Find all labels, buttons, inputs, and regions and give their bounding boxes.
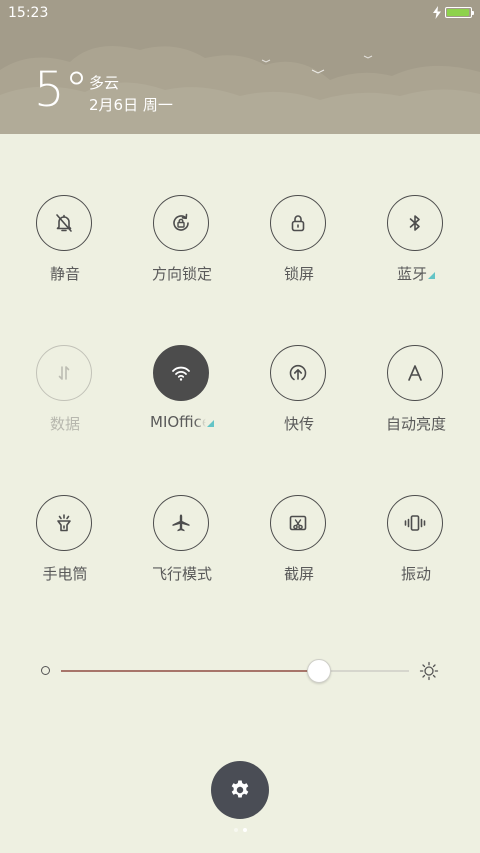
toggle-silent-button[interactable] <box>36 195 92 251</box>
bluetooth-icon <box>409 215 420 231</box>
battery-fill <box>447 9 469 16</box>
toggle-lock-screen[interactable]: 锁屏 <box>244 195 354 305</box>
toggle-silent[interactable]: 静音 <box>10 195 120 305</box>
brightness-slider-track[interactable] <box>61 670 409 672</box>
quick-transfer-icon <box>289 364 307 381</box>
weather-header[interactable]: 15:23 5° 多云 2月6日 周一 <box>0 0 480 134</box>
toggle-label: 数据 <box>49 415 80 433</box>
flashlight-icon <box>57 514 71 532</box>
toggle-bluetooth[interactable]: 蓝牙 <box>361 195 471 305</box>
toggle-mobile-data-button[interactable] <box>36 345 92 401</box>
toggle-label: 手电筒 <box>42 565 88 583</box>
lock-icon <box>291 215 305 232</box>
toggle-wifi-button[interactable] <box>153 345 209 401</box>
toggle-label: 飞行模式 <box>151 565 212 583</box>
gear-icon <box>231 780 249 798</box>
toggle-rotation-lock-button[interactable] <box>153 195 209 251</box>
toggle-label-text: 蓝牙 <box>396 265 427 283</box>
toggle-mobile-data[interactable]: 数据 <box>10 345 120 455</box>
weather-date: 2月6日 周一 <box>89 96 173 114</box>
airplane-icon <box>172 514 190 532</box>
rotation-lock-icon <box>173 213 189 231</box>
page-indicator <box>234 828 247 832</box>
toggle-bluetooth-button[interactable] <box>387 195 443 251</box>
auto-brightness-icon <box>408 365 422 381</box>
wifi-icon <box>172 366 190 381</box>
toggle-label: 快传 <box>283 415 314 433</box>
toggle-vibrate[interactable]: 振动 <box>361 495 471 605</box>
toggle-screenshot[interactable]: 截屏 <box>244 495 354 605</box>
toggle-flashlight-button[interactable] <box>36 495 92 551</box>
toggle-quick-transfer[interactable]: 快传 <box>244 345 354 455</box>
toggle-auto-brightness[interactable]: 自动亮度 <box>361 345 471 455</box>
toggle-label: 方向锁定 <box>151 265 212 283</box>
submenu-indicator-icon <box>428 272 435 279</box>
toggle-auto-brightness-button[interactable] <box>387 345 443 401</box>
brightness-slider-thumb[interactable] <box>306 659 331 683</box>
weather-condition: 多云 <box>89 74 120 92</box>
toggle-lock-screen-button[interactable] <box>270 195 326 251</box>
settings-button[interactable] <box>211 761 269 819</box>
brightness-control <box>0 650 480 690</box>
screenshot-icon <box>289 515 307 531</box>
toggle-label: 振动 <box>400 565 431 583</box>
brightness-low-icon <box>41 666 50 675</box>
status-time: 15:23 <box>8 5 49 21</box>
status-icons <box>432 6 474 19</box>
toggle-wifi[interactable]: MIOffice <box>127 345 237 455</box>
toggle-label: 锁屏 <box>283 265 314 283</box>
submenu-indicator-icon <box>207 420 214 427</box>
brightness-high-icon <box>419 661 439 681</box>
temperature: 5° <box>34 62 89 118</box>
page-dot <box>243 828 247 832</box>
toggle-quick-transfer-button[interactable] <box>270 345 326 401</box>
toggle-label: MIOffice <box>127 413 237 431</box>
charging-icon <box>433 6 441 19</box>
toggle-label: 静音 <box>49 265 80 283</box>
battery-icon <box>445 7 474 18</box>
toggle-airplane-mode[interactable]: 飞行模式 <box>127 495 237 605</box>
toggle-airplane-mode-button[interactable] <box>153 495 209 551</box>
wifi-network-name: MIOffice <box>150 413 206 431</box>
bell-off-icon <box>56 214 72 232</box>
page-dot <box>234 828 238 832</box>
toggle-label: 自动亮度 <box>385 415 446 433</box>
toggle-label: 截屏 <box>283 565 314 583</box>
toggle-flashlight[interactable]: 手电筒 <box>10 495 120 605</box>
toggle-rotation-lock[interactable]: 方向锁定 <box>127 195 237 305</box>
mobile-data-icon <box>58 366 70 380</box>
vibrate-icon <box>404 515 426 531</box>
toggle-label: 蓝牙 <box>361 263 471 284</box>
toggle-screenshot-button[interactable] <box>270 495 326 551</box>
brightness-slider-fill <box>61 670 319 672</box>
toggle-vibrate-button[interactable] <box>387 495 443 551</box>
